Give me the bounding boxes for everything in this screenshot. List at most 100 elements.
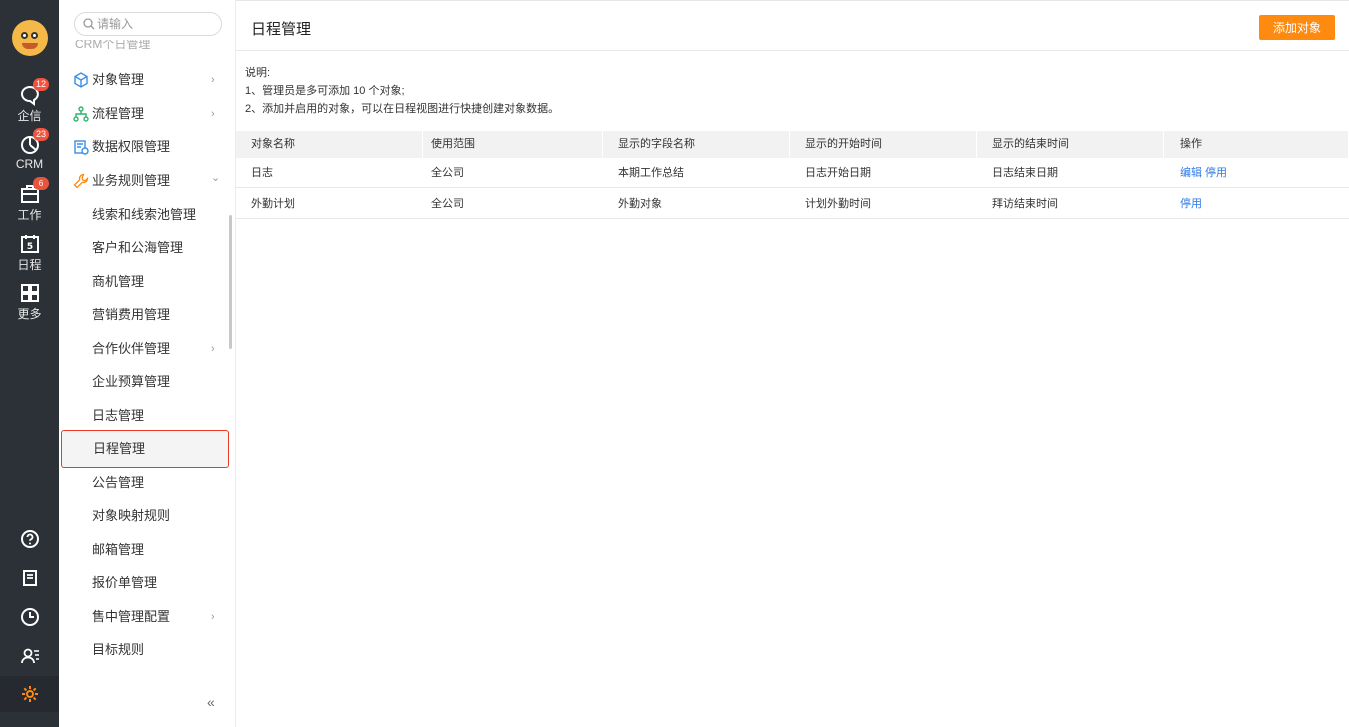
sidebar-item-label: 报价单管理 xyxy=(92,575,158,590)
disable-link[interactable]: 停用 xyxy=(1180,198,1202,210)
chevron-right-icon: › xyxy=(211,343,215,355)
sidebar-item-business-rules[interactable]: 业务规则管理 ⌄ xyxy=(59,165,235,197)
cell-object-name: 日志 xyxy=(251,167,273,179)
cell-start-time: 日志开始日期 xyxy=(805,167,871,179)
sidebar-scrollbar[interactable] xyxy=(229,215,232,349)
sidebar-item-label: 对象管理 xyxy=(92,72,145,87)
sidebar-item-label: 线索和线索池管理 xyxy=(92,207,197,222)
contacts-button[interactable] xyxy=(0,638,59,674)
sidebar-item-mailbox[interactable]: 邮箱管理 xyxy=(59,534,235,566)
cube-icon xyxy=(74,72,88,88)
column-header: 对象名称 xyxy=(236,131,423,158)
grid-icon xyxy=(20,284,39,302)
sidebar-item-schedule[interactable]: 日程管理 xyxy=(61,430,229,468)
notebook-icon xyxy=(22,570,37,586)
sidebar-item-announcement[interactable]: 公告管理 xyxy=(59,467,235,499)
sidebar-item-partners[interactable]: 合作伙伴管理 › xyxy=(59,333,235,365)
column-header: 显示的字段名称 xyxy=(603,131,790,158)
cutoff-section-label: CRM个日管理 xyxy=(75,40,151,51)
description-line-1: 1、管理员是多可添加 10 个对象; xyxy=(245,85,405,97)
contacts-icon xyxy=(20,648,39,664)
edit-link[interactable]: 编辑 xyxy=(1180,167,1202,179)
settings-gear-icon xyxy=(21,686,38,702)
sidebar-item-target-rules[interactable]: 目标规则 xyxy=(59,634,235,666)
badge-qixin: 12 xyxy=(33,78,50,91)
main-content: 日程管理 添加对象 说明: 1、管理员是多可添加 10 个对象; 2、添加并启用… xyxy=(236,0,1349,727)
history-button[interactable] xyxy=(0,599,59,635)
sidebar-item-data-permission[interactable]: 数据权限管理 xyxy=(59,131,235,163)
sidebar-item-budget[interactable]: 企业预算管理 xyxy=(59,366,235,398)
badge-work: 6 xyxy=(33,177,49,190)
description: 说明: 1、管理员是多可添加 10 个对象; 2、添加并启用的对象，可以在日程视… xyxy=(245,64,559,118)
left-rail: 12 企信 23 CRM 6 工作 5 日程 更多 xyxy=(0,0,59,727)
table-row: 日志 全公司 本期工作总结 日志开始日期 日志结束日期 编辑 停用 xyxy=(236,158,1349,188)
help-icon xyxy=(20,530,39,548)
sidebar-item-label: 合作伙伴管理 xyxy=(92,341,171,356)
sidebar-item-customers[interactable]: 客户和公海管理 xyxy=(59,232,235,264)
add-object-button[interactable]: 添加对象 xyxy=(1259,15,1335,40)
sidebar-item-label: 公告管理 xyxy=(92,475,145,490)
sidebar-item-label: 对象映射规则 xyxy=(92,508,171,523)
description-line-2: 2、添加并启用的对象，可以在日程视图进行快捷创建对象数据。 xyxy=(245,103,560,115)
description-title: 说明: xyxy=(245,67,271,79)
sidebar-item-leads[interactable]: 线索和线索池管理 xyxy=(59,199,235,231)
clock-icon xyxy=(20,608,39,626)
data-permission-icon xyxy=(74,140,89,155)
collapse-sidebar-button[interactable]: « xyxy=(207,694,215,710)
sidebar-item-log[interactable]: 日志管理 xyxy=(59,400,235,432)
cell-field: 外勤对象 xyxy=(618,198,662,210)
settings-button[interactable] xyxy=(0,676,59,712)
header-divider xyxy=(236,50,1349,51)
sidebar-search xyxy=(74,12,222,36)
badge-crm: 23 xyxy=(33,128,50,141)
search-input[interactable] xyxy=(97,15,217,33)
sidebar-item-object-management[interactable]: 对象管理 › xyxy=(59,64,235,96)
avatar[interactable] xyxy=(12,20,48,56)
cell-end-time: 日志结束日期 xyxy=(992,167,1058,179)
sidebar-item-quotation[interactable]: 报价单管理 xyxy=(59,567,235,599)
column-header: 显示的结束时间 xyxy=(977,131,1164,158)
disable-link[interactable]: 停用 xyxy=(1205,167,1227,179)
notebook-button[interactable] xyxy=(0,560,59,596)
help-button[interactable] xyxy=(0,521,59,557)
flow-icon xyxy=(73,106,89,122)
table-row: 外勤计划 全公司 外勤对象 计划外勤时间 拜访结束时间 停用 xyxy=(236,189,1349,219)
cell-object-name: 外勤计划 xyxy=(251,198,295,210)
cell-scope: 全公司 xyxy=(431,198,464,210)
cell-end-time: 拜访结束时间 xyxy=(992,198,1058,210)
top-divider xyxy=(236,0,1349,1)
column-header: 操作 xyxy=(1165,131,1349,158)
sidebar-item-label: 流程管理 xyxy=(92,106,145,121)
sidebar-item-label: 业务规则管理 xyxy=(92,173,171,188)
column-header: 使用范围 xyxy=(416,131,603,158)
cell-field: 本期工作总结 xyxy=(618,167,684,179)
cell-scope: 全公司 xyxy=(431,167,464,179)
sidebar-item-opportunities[interactable]: 商机管理 xyxy=(59,266,235,298)
sidebar-item-marketing-cost[interactable]: 营销费用管理 xyxy=(59,299,235,331)
cell-actions: 编辑 停用 xyxy=(1165,158,1230,188)
sidebar-item-in-sale-config[interactable]: 售中管理配置 › xyxy=(59,601,235,633)
chevron-right-icon: › xyxy=(211,611,215,623)
rail-label-work: 工作 xyxy=(17,208,42,222)
cell-actions: 停用 xyxy=(1165,189,1205,219)
sidebar-item-object-mapping[interactable]: 对象映射规则 xyxy=(59,500,235,532)
sidebar-item-label: 营销费用管理 xyxy=(92,307,171,322)
calendar-day: 5 xyxy=(26,242,32,252)
rail-item-schedule[interactable]: 5 日程 xyxy=(0,233,59,273)
rail-item-work[interactable]: 6 工作 xyxy=(0,177,59,223)
wrench-icon xyxy=(73,173,89,189)
sidebar-item-label: 售中管理配置 xyxy=(92,609,171,624)
sidebar-item-process-management[interactable]: 流程管理 › xyxy=(59,98,235,130)
sidebar-item-label: 邮箱管理 xyxy=(92,542,145,557)
rail-label-crm: CRM xyxy=(15,157,44,171)
rail-item-more[interactable]: 更多 xyxy=(0,282,59,322)
cell-start-time: 计划外勤时间 xyxy=(805,198,871,210)
settings-sidebar: CRM个日管理 对象管理 › 流程管理 › 数据权限管理 业务规则管理 ⌄ 线索… xyxy=(59,0,236,727)
sidebar-item-label: 客户和公海管理 xyxy=(92,240,184,255)
sidebar-item-label: 企业预算管理 xyxy=(92,374,171,389)
page-title: 日程管理 xyxy=(251,21,312,38)
rail-item-crm[interactable]: 23 CRM xyxy=(0,128,59,171)
chevron-right-icon: › xyxy=(211,74,215,86)
calendar-icon: 5 xyxy=(20,235,39,253)
rail-item-qixin[interactable]: 12 企信 xyxy=(0,78,59,124)
